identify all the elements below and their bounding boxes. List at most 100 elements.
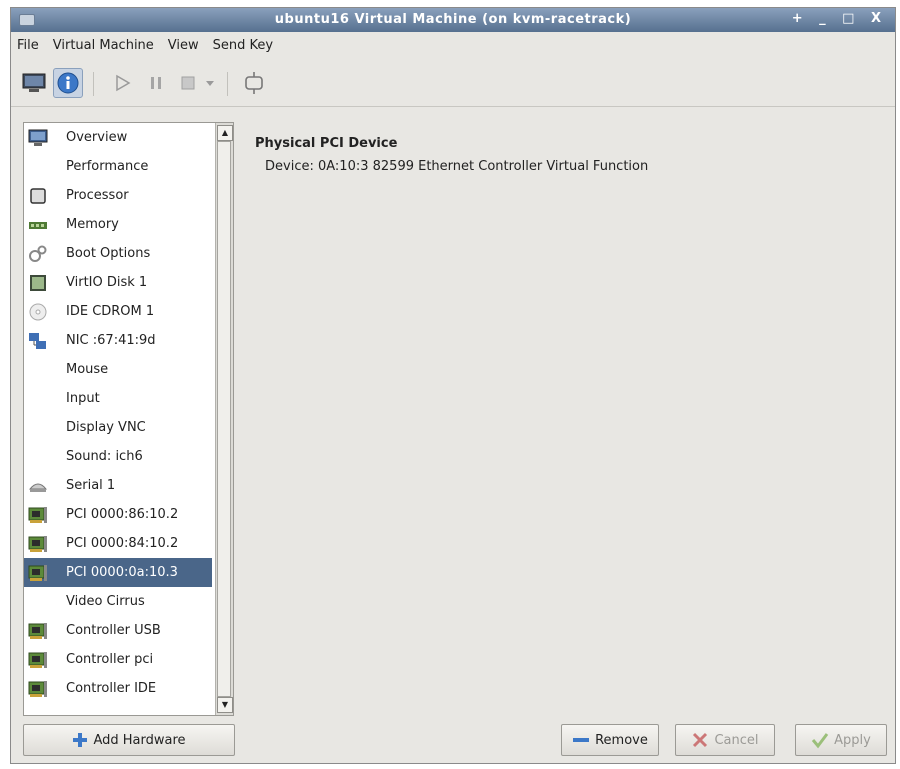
sidebar-item-label: PCI 0000:84:10.2 <box>66 536 179 551</box>
gears-icon <box>28 244 48 264</box>
section-heading: Physical PCI Device <box>255 136 398 151</box>
cpu-icon <box>28 186 48 206</box>
sidebar-item-pci-0000-86-10-2[interactable]: PCI 0000:86:10.2 <box>24 500 212 529</box>
sidebar-item-overview[interactable]: Overview <box>24 123 212 152</box>
sidebar-item-label: Overview <box>66 130 128 145</box>
nic-icon <box>28 331 48 351</box>
sidebar-item-label: Video Cirrus <box>66 594 145 609</box>
sidebar-item-serial-1[interactable]: Serial 1 <box>24 471 212 500</box>
menu-virtual-machine[interactable]: Virtual Machine <box>53 38 154 53</box>
pci-card-icon <box>28 505 48 525</box>
plus-icon <box>73 733 88 747</box>
sidebar-item-input[interactable]: Input <box>24 384 212 413</box>
details-button[interactable] <box>53 68 83 98</box>
fullscreen-button[interactable] <box>239 68 269 98</box>
chevron-down-icon <box>206 81 214 86</box>
disk-icon <box>28 273 48 293</box>
checkmark-icon <box>811 733 829 749</box>
window-title: ubuntu16 Virtual Machine (on kvm-racetra… <box>274 12 632 27</box>
memory-icon <box>28 215 48 235</box>
sidebar-item-label: Serial 1 <box>66 478 116 493</box>
scroll-up-button[interactable]: ▲ <box>217 125 233 141</box>
sidebar-item-label: Controller pci <box>66 652 154 667</box>
shutdown-button[interactable] <box>173 68 203 98</box>
pause-button[interactable] <box>141 68 171 98</box>
sidebar-item-sound-ich6[interactable]: Sound: ich6 <box>24 442 212 471</box>
scroll-thumb[interactable] <box>217 141 231 697</box>
window-controls[interactable]: + _ □ X <box>792 11 887 26</box>
sidebar-item-performance[interactable]: Performance <box>24 152 212 181</box>
sidebar-item-label: Memory <box>66 217 119 232</box>
pci-card-icon <box>28 563 48 583</box>
apply-label: Apply <box>834 732 871 748</box>
sidebar-item-label: Controller USB <box>66 623 161 638</box>
cancel-label: Cancel <box>714 732 759 748</box>
sidebar-item-memory[interactable]: Memory <box>24 210 212 239</box>
shutdown-menu-button[interactable] <box>201 68 219 98</box>
pci-card-icon <box>28 650 48 670</box>
main-window: ubuntu16 Virtual Machine (on kvm-racetra… <box>10 7 896 764</box>
sidebar-item-virtio-disk-1[interactable]: VirtIO Disk 1 <box>24 268 212 297</box>
minus-icon <box>573 738 590 742</box>
serial-icon <box>28 476 48 496</box>
cancel-button[interactable]: Cancel <box>675 724 775 756</box>
sidebar-item-pci-0000-84-10-2[interactable]: PCI 0000:84:10.2 <box>24 529 212 558</box>
toolbar-separator <box>93 72 94 96</box>
device-label: Device: <box>265 159 314 174</box>
sidebar-item-label: PCI 0000:0a:10.3 <box>66 565 178 580</box>
toolbar-separator <box>227 72 228 96</box>
sidebar-item-video-cirrus[interactable]: Video Cirrus <box>24 587 212 616</box>
sidebar-item-label: PCI 0000:86:10.2 <box>66 507 179 522</box>
sidebar-item-display-vnc[interactable]: Display VNC <box>24 413 212 442</box>
scroll-down-button[interactable]: ▼ <box>217 697 233 713</box>
sidebar-item-boot-options[interactable]: Boot Options <box>24 239 212 268</box>
sidebar-item-pci-0000-0a-10-3[interactable]: PCI 0000:0a:10.3 <box>24 558 212 587</box>
pci-card-icon <box>28 621 48 641</box>
fullscreen-icon <box>245 72 263 94</box>
sidebar-item-label: Mouse <box>66 362 109 377</box>
pci-card-icon <box>28 534 48 554</box>
menu-file[interactable]: File <box>17 38 39 53</box>
menu-view[interactable]: View <box>168 38 199 53</box>
hardware-list-scrollbar[interactable]: ▲ ▼ <box>215 123 233 715</box>
sidebar-item-label: NIC :67:41:9d <box>66 333 156 348</box>
sidebar-item-controller-usb[interactable]: Controller USB <box>24 616 212 645</box>
sidebar-item-label: VirtIO Disk 1 <box>66 275 148 290</box>
apply-button[interactable]: Apply <box>795 724 887 756</box>
device-row: Device: 0A:10:3 82599 Ethernet Controlle… <box>265 159 648 174</box>
details-panel: Physical PCI Device Device: 0A:10:3 8259… <box>246 122 886 712</box>
sidebar-item-processor[interactable]: Processor <box>24 181 212 210</box>
sidebar-item-label: Sound: ich6 <box>66 449 143 464</box>
hardware-list: Overview Performance Processor Memory Boot O… <box>24 123 212 703</box>
pci-card-icon <box>28 679 48 699</box>
sidebar-item-label: Controller IDE <box>66 681 157 696</box>
title-bar[interactable]: ubuntu16 Virtual Machine (on kvm-racetra… <box>11 8 895 32</box>
pause-icon <box>151 77 161 89</box>
remove-label: Remove <box>595 732 648 748</box>
sidebar-item-controller-pci[interactable]: Controller pci <box>24 645 212 674</box>
stop-icon <box>181 76 195 90</box>
sidebar-item-ide-cdrom-1[interactable]: IDE CDROM 1 <box>24 297 212 326</box>
monitor-icon <box>22 73 46 92</box>
menu-send-key[interactable]: Send Key <box>213 38 273 53</box>
add-hardware-button[interactable]: Add Hardware <box>23 724 235 756</box>
sidebar-item-controller-ide[interactable]: Controller IDE <box>24 674 212 703</box>
console-button[interactable] <box>19 68 49 98</box>
sidebar-item-label: Boot Options <box>66 246 151 261</box>
sidebar-item-label: Performance <box>66 159 149 174</box>
sidebar-item-label: Processor <box>66 188 129 203</box>
info-icon <box>57 72 79 94</box>
sidebar-item-label: Input <box>66 391 100 406</box>
add-hardware-label: Add Hardware <box>93 732 186 748</box>
sidebar-item-mouse[interactable]: Mouse <box>24 355 212 384</box>
sidebar-item-label: IDE CDROM 1 <box>66 304 155 319</box>
cdrom-icon <box>28 302 48 322</box>
sidebar-item-label: Display VNC <box>66 420 146 435</box>
monitor-icon <box>28 128 48 148</box>
menu-bar: File Virtual Machine View Send Key <box>11 32 895 58</box>
run-button[interactable] <box>107 68 137 98</box>
play-icon <box>116 74 131 92</box>
cancel-icon <box>693 732 708 748</box>
remove-button[interactable]: Remove <box>561 724 659 756</box>
sidebar-item-nic-67-41-9d[interactable]: NIC :67:41:9d <box>24 326 212 355</box>
